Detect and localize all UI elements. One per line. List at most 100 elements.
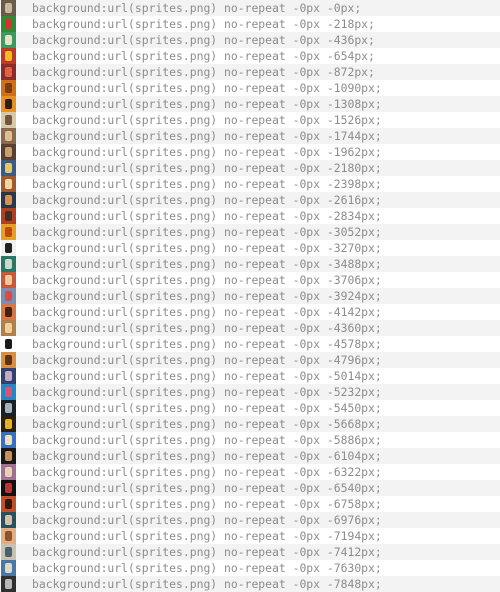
thumbnail-figure	[5, 131, 12, 141]
list-item: background:url(sprites.png) no-repeat -0…	[0, 368, 500, 384]
album-art-thumbnail	[1, 80, 16, 96]
album-art-thumbnail	[1, 512, 16, 528]
album-art-thumbnail	[1, 544, 16, 560]
list-item: background:url(sprites.png) no-repeat -0…	[0, 16, 500, 32]
album-art-thumbnail	[1, 32, 16, 48]
list-item: background:url(sprites.png) no-repeat -0…	[0, 112, 500, 128]
album-art-thumbnail	[1, 384, 16, 400]
sprite-offset-list: background:url(sprites.png) no-repeat -0…	[0, 0, 500, 592]
css-code-line: background:url(sprites.png) no-repeat -0…	[32, 401, 382, 415]
list-item: background:url(sprites.png) no-repeat -0…	[0, 560, 500, 576]
thumbnail-figure	[5, 115, 12, 125]
css-code-line: background:url(sprites.png) no-repeat -0…	[32, 289, 382, 303]
thumbnail-figure	[5, 275, 12, 285]
css-code-line: background:url(sprites.png) no-repeat -0…	[32, 529, 382, 543]
list-item: background:url(sprites.png) no-repeat -0…	[0, 576, 500, 592]
thumbnail-figure	[5, 35, 12, 45]
css-code-line: background:url(sprites.png) no-repeat -0…	[32, 209, 382, 223]
thumbnail-figure	[5, 3, 12, 13]
css-code-line: background:url(sprites.png) no-repeat -0…	[32, 33, 375, 47]
thumbnail-figure	[5, 163, 12, 173]
list-item: background:url(sprites.png) no-repeat -0…	[0, 272, 500, 288]
album-art-thumbnail	[1, 496, 16, 512]
list-item: background:url(sprites.png) no-repeat -0…	[0, 160, 500, 176]
css-code-line: background:url(sprites.png) no-repeat -0…	[32, 65, 375, 79]
list-item: background:url(sprites.png) no-repeat -0…	[0, 48, 500, 64]
css-code-line: background:url(sprites.png) no-repeat -0…	[32, 49, 375, 63]
css-code-line: background:url(sprites.png) no-repeat -0…	[32, 417, 382, 431]
css-code-line: background:url(sprites.png) no-repeat -0…	[32, 161, 382, 175]
album-art-thumbnail	[1, 208, 16, 224]
css-code-line: background:url(sprites.png) no-repeat -0…	[32, 305, 382, 319]
album-art-thumbnail	[1, 128, 16, 144]
thumbnail-figure	[5, 323, 12, 333]
css-code-line: background:url(sprites.png) no-repeat -0…	[32, 1, 362, 15]
list-item: background:url(sprites.png) no-repeat -0…	[0, 176, 500, 192]
thumbnail-figure	[5, 483, 12, 493]
album-art-thumbnail	[1, 176, 16, 192]
css-code-line: background:url(sprites.png) no-repeat -0…	[32, 81, 382, 95]
album-art-thumbnail	[1, 256, 16, 272]
thumbnail-figure	[5, 435, 12, 445]
album-art-thumbnail	[1, 480, 16, 496]
list-item: background:url(sprites.png) no-repeat -0…	[0, 32, 500, 48]
css-code-line: background:url(sprites.png) no-repeat -0…	[32, 465, 382, 479]
album-art-thumbnail	[1, 560, 16, 576]
list-item: background:url(sprites.png) no-repeat -0…	[0, 208, 500, 224]
css-code-line: background:url(sprites.png) no-repeat -0…	[32, 321, 382, 335]
album-art-thumbnail	[1, 528, 16, 544]
thumbnail-figure	[5, 547, 12, 557]
list-item: background:url(sprites.png) no-repeat -0…	[0, 304, 500, 320]
thumbnail-figure	[5, 243, 12, 253]
album-art-thumbnail	[1, 64, 16, 80]
thumbnail-figure	[5, 451, 12, 461]
list-item: background:url(sprites.png) no-repeat -0…	[0, 512, 500, 528]
thumbnail-figure	[5, 83, 12, 93]
thumbnail-figure	[5, 387, 12, 397]
album-art-thumbnail	[1, 304, 16, 320]
album-art-thumbnail	[1, 336, 16, 352]
thumbnail-figure	[5, 291, 12, 301]
thumbnail-figure	[5, 99, 12, 109]
css-code-line: background:url(sprites.png) no-repeat -0…	[32, 449, 382, 463]
css-code-line: background:url(sprites.png) no-repeat -0…	[32, 193, 382, 207]
list-item: background:url(sprites.png) no-repeat -0…	[0, 224, 500, 240]
css-code-line: background:url(sprites.png) no-repeat -0…	[32, 577, 382, 591]
thumbnail-figure	[5, 147, 12, 157]
thumbnail-figure	[5, 339, 12, 349]
thumbnail-figure	[5, 403, 12, 413]
thumbnail-figure	[5, 515, 12, 525]
album-art-thumbnail	[1, 160, 16, 176]
list-item: background:url(sprites.png) no-repeat -0…	[0, 384, 500, 400]
css-code-line: background:url(sprites.png) no-repeat -0…	[32, 97, 382, 111]
list-item: background:url(sprites.png) no-repeat -0…	[0, 448, 500, 464]
css-code-line: background:url(sprites.png) no-repeat -0…	[32, 497, 382, 511]
css-code-line: background:url(sprites.png) no-repeat -0…	[32, 241, 382, 255]
thumbnail-figure	[5, 371, 12, 381]
album-art-thumbnail	[1, 192, 16, 208]
css-code-line: background:url(sprites.png) no-repeat -0…	[32, 257, 382, 271]
list-item: background:url(sprites.png) no-repeat -0…	[0, 320, 500, 336]
album-art-thumbnail	[1, 288, 16, 304]
list-item: background:url(sprites.png) no-repeat -0…	[0, 256, 500, 272]
list-item: background:url(sprites.png) no-repeat -0…	[0, 80, 500, 96]
thumbnail-figure	[5, 51, 12, 61]
list-item: background:url(sprites.png) no-repeat -0…	[0, 480, 500, 496]
list-item: background:url(sprites.png) no-repeat -0…	[0, 496, 500, 512]
css-code-line: background:url(sprites.png) no-repeat -0…	[32, 385, 382, 399]
album-art-thumbnail	[1, 576, 16, 592]
album-art-thumbnail	[1, 432, 16, 448]
list-item: background:url(sprites.png) no-repeat -0…	[0, 416, 500, 432]
css-code-line: background:url(sprites.png) no-repeat -0…	[32, 17, 375, 31]
album-art-thumbnail	[1, 416, 16, 432]
thumbnail-figure	[5, 211, 12, 221]
album-art-thumbnail	[1, 272, 16, 288]
thumbnail-figure	[5, 307, 12, 317]
list-item: background:url(sprites.png) no-repeat -0…	[0, 288, 500, 304]
album-art-thumbnail	[1, 352, 16, 368]
css-code-line: background:url(sprites.png) no-repeat -0…	[32, 481, 382, 495]
css-code-line: background:url(sprites.png) no-repeat -0…	[32, 145, 382, 159]
album-art-thumbnail	[1, 144, 16, 160]
css-code-line: background:url(sprites.png) no-repeat -0…	[32, 513, 382, 527]
css-code-line: background:url(sprites.png) no-repeat -0…	[32, 225, 382, 239]
